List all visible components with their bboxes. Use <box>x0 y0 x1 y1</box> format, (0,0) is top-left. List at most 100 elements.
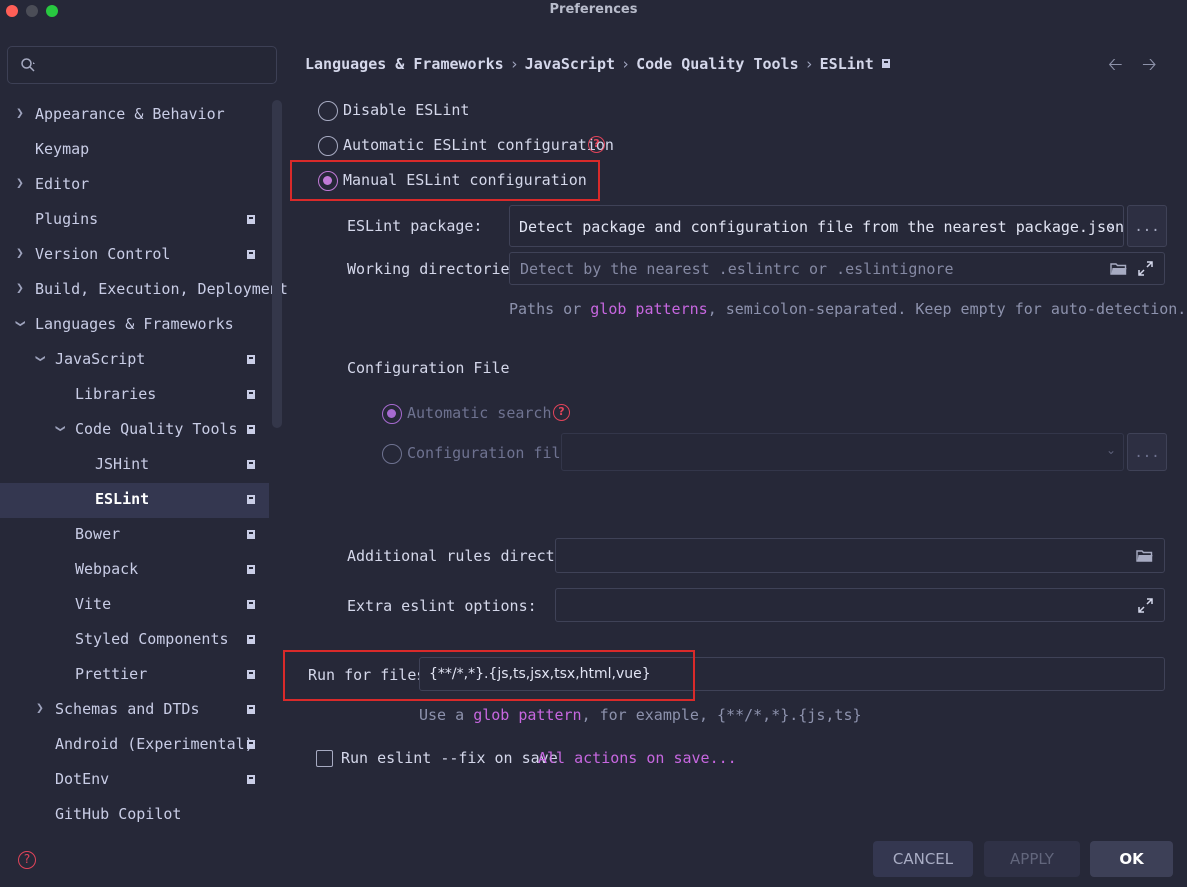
breadcrumb-item[interactable]: Code Quality Tools <box>636 55 799 73</box>
project-settings-icon <box>247 670 255 679</box>
eslint-package-select[interactable]: Detect package and configuration file fr… <box>509 205 1124 247</box>
forward-arrow-icon[interactable]: 🡢 <box>1142 52 1157 82</box>
back-arrow-icon[interactable]: 🡠 <box>1108 52 1123 82</box>
browse-package-button[interactable]: ... <box>1127 205 1167 247</box>
additional-rules-input[interactable] <box>566 539 1114 572</box>
eslint-package-label: ESLint package: <box>347 217 483 235</box>
automatic-search-option[interactable]: Automatic search <box>382 402 582 426</box>
hint-text: Use a <box>419 706 474 724</box>
radio-label: Automatic ESLint configuration <box>343 136 614 154</box>
working-directories-input[interactable] <box>520 253 1114 284</box>
project-settings-icon <box>247 740 255 749</box>
apply-button[interactable]: APPLY <box>984 841 1080 877</box>
folder-icon[interactable] <box>1110 262 1127 275</box>
sidebar-item-label: Build, Execution, Deployment <box>35 280 288 298</box>
sidebar-item-label: Code Quality Tools <box>75 420 238 438</box>
sidebar-item-eslint[interactable]: ESLint <box>0 483 269 518</box>
chevron-down-icon[interactable]: ⌄ <box>1106 443 1116 457</box>
expand-icon[interactable] <box>1138 261 1153 276</box>
extra-options-input[interactable] <box>566 589 1114 621</box>
help-icon[interactable]: ? <box>18 851 36 869</box>
ok-button[interactable]: OK <box>1090 841 1173 877</box>
sidebar-scrollbar[interactable] <box>272 100 282 428</box>
configuration-file-select[interactable]: ⌄ <box>561 433 1124 471</box>
help-icon[interactable]: ? <box>588 136 605 153</box>
browse-config-button[interactable]: ... <box>1127 433 1167 471</box>
project-settings-icon <box>247 355 255 364</box>
sidebar-item-styled-components[interactable]: Styled Components <box>0 623 269 658</box>
fix-on-save-label[interactable]: Run eslint --fix on save <box>341 749 558 767</box>
sidebar-item-dotenv[interactable]: DotEnv <box>0 763 269 798</box>
breadcrumb-item[interactable]: Languages & Frameworks <box>305 55 504 73</box>
breadcrumb-item[interactable]: JavaScript <box>525 55 615 73</box>
hint-text: , for example, {**/*,*}.{js,ts} <box>581 706 862 724</box>
sidebar-item-label: DotEnv <box>55 770 110 788</box>
chevron-down-icon[interactable]: ❯ <box>12 320 27 328</box>
sidebar-item-bower[interactable]: Bower <box>0 518 269 553</box>
sidebar-item-appearance-behavior[interactable]: ❯ Appearance & Behavior <box>0 98 269 133</box>
project-settings-icon <box>247 600 255 609</box>
cancel-button[interactable]: CANCEL <box>873 841 973 877</box>
extra-options-field[interactable] <box>555 588 1165 622</box>
chevron-right-icon[interactable]: ❯ <box>16 281 24 296</box>
project-settings-icon <box>247 460 255 469</box>
sidebar-item-github-copilot[interactable]: GitHub Copilot <box>0 798 269 833</box>
glob-pattern-link[interactable]: glob pattern <box>473 706 581 724</box>
expand-icon[interactable] <box>1138 598 1153 613</box>
chevron-right-icon[interactable]: ❯ <box>16 246 24 261</box>
breadcrumb-separator: › <box>509 55 519 73</box>
disable-eslint-option[interactable]: Disable ESLint <box>318 99 618 123</box>
sidebar-item-label: Schemas and DTDs <box>55 700 200 718</box>
sidebar-item-label: Libraries <box>75 385 157 403</box>
working-directories-hint: Paths or glob patterns, semicolon-separa… <box>509 300 1186 318</box>
project-settings-icon <box>247 705 255 714</box>
highlight-box <box>283 650 695 701</box>
sidebar-item-version-control[interactable]: ❯ Version Control <box>0 238 269 273</box>
project-settings-icon <box>247 775 255 784</box>
title-bar: Preferences <box>0 0 1187 22</box>
sidebar-item-label: Plugins <box>35 210 99 228</box>
chevron-right-icon[interactable]: ❯ <box>16 176 24 191</box>
fix-on-save-checkbox[interactable] <box>316 750 333 767</box>
radio-label: Automatic search <box>407 404 552 422</box>
sidebar-item-build-execution-deployment[interactable]: ❯ Build, Execution, Deployment <box>0 273 288 308</box>
sidebar-item-languages-frameworks[interactable]: ❯ Languages & Frameworks <box>0 308 269 343</box>
working-directories-field[interactable] <box>509 252 1165 285</box>
chevron-down-icon[interactable]: ❯ <box>52 425 67 433</box>
sidebar-item-prettier[interactable]: Prettier <box>0 658 269 693</box>
radio-button[interactable] <box>382 444 402 464</box>
sidebar-item-vite[interactable]: Vite <box>0 588 269 623</box>
hint-text: , semicolon-separated. Keep empty for au… <box>707 300 1187 318</box>
sidebar-item-plugins[interactable]: Plugins <box>0 203 269 238</box>
settings-search[interactable] <box>7 46 277 84</box>
sidebar-item-jshint[interactable]: JSHint <box>0 448 269 483</box>
search-input[interactable] <box>44 53 264 77</box>
sidebar-item-webpack[interactable]: Webpack <box>0 553 269 588</box>
sidebar-item-libraries[interactable]: Libraries <box>0 378 269 413</box>
all-actions-on-save-link[interactable]: All actions on save... <box>538 749 737 767</box>
configuration-file-option[interactable]: Configuration file: <box>382 442 582 466</box>
folder-icon[interactable] <box>1136 549 1153 562</box>
radio-button-selected[interactable] <box>382 404 402 424</box>
help-icon[interactable]: ? <box>553 404 570 421</box>
run-for-files-hint: Use a glob pattern, for example, {**/*,*… <box>419 706 862 724</box>
glob-patterns-link[interactable]: glob patterns <box>590 300 707 318</box>
chevron-right-icon[interactable]: ❯ <box>36 701 44 716</box>
chevron-down-icon[interactable]: ⌄ <box>1106 218 1116 232</box>
chevron-right-icon[interactable]: ❯ <box>16 106 24 121</box>
sidebar-item-label: Vite <box>75 595 112 613</box>
sidebar-item-label: Webpack <box>75 560 139 578</box>
sidebar-item-label: Prettier <box>75 665 148 683</box>
chevron-down-icon[interactable]: ❯ <box>32 355 47 363</box>
automatic-eslint-option[interactable]: Automatic ESLint configuration <box>318 134 618 158</box>
sidebar-item-javascript[interactable]: ❯ JavaScript <box>0 343 269 378</box>
sidebar-item-schemas-dtds[interactable]: ❯ Schemas and DTDs <box>0 693 269 728</box>
sidebar-item-editor[interactable]: ❯ Editor <box>0 168 269 203</box>
sidebar-item-android[interactable]: Android (Experimental) <box>0 728 269 763</box>
sidebar-item-keymap[interactable]: Keymap <box>0 133 269 168</box>
radio-button[interactable] <box>318 101 338 121</box>
radio-button[interactable] <box>318 136 338 156</box>
sidebar-item-code-quality-tools[interactable]: ❯ Code Quality Tools <box>0 413 269 448</box>
additional-rules-field[interactable] <box>555 538 1165 573</box>
sidebar-item-label: GitHub Copilot <box>55 805 182 823</box>
